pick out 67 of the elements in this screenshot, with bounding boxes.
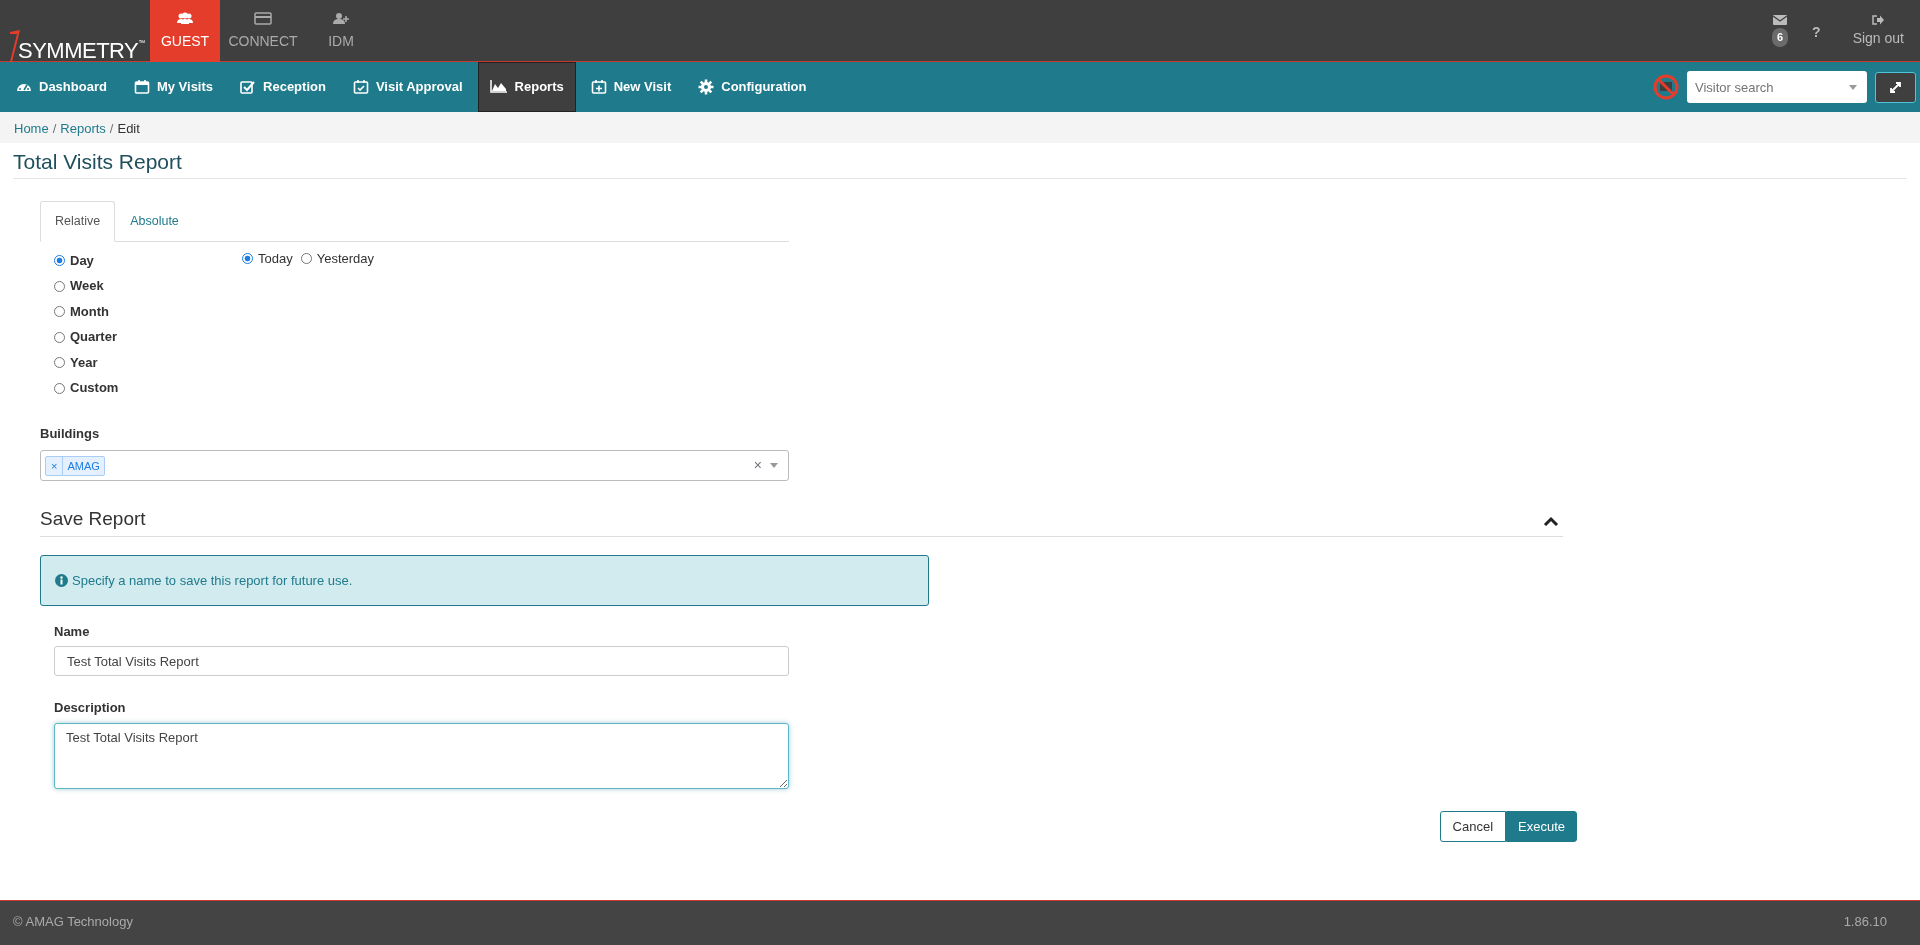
gear-icon xyxy=(698,79,715,95)
breadcrumb-link[interactable]: Home xyxy=(14,119,49,136)
description-field[interactable]: Test Total Visits Report xyxy=(54,722,789,789)
radio-option[interactable]: Today xyxy=(242,248,293,269)
calendar-check-icon xyxy=(352,79,369,95)
nav-item[interactable]: Visit Approval xyxy=(340,62,475,112)
version-text: 1.86.10 xyxy=(1843,913,1887,931)
primary-button[interactable]: Execute xyxy=(1506,810,1577,842)
name-field[interactable]: Test Total Visits Report xyxy=(54,646,789,677)
tag-label: AMAG xyxy=(66,458,101,474)
calendar-icon xyxy=(133,79,150,95)
nav-item[interactable]: Configuration xyxy=(686,62,819,112)
caret-icon xyxy=(770,463,778,469)
breadcrumb-current: Edit xyxy=(117,120,140,136)
sign-out-button[interactable]: Sign out xyxy=(1852,15,1904,49)
field-label: Buildings xyxy=(40,424,101,443)
info-text: Specify a name to save this report for future use. xyxy=(72,571,353,590)
tab[interactable]: Absolute xyxy=(115,201,194,242)
remove-button[interactable]: × xyxy=(46,456,64,476)
radio-button[interactable] xyxy=(242,253,253,265)
nav-item[interactable]: Reception xyxy=(228,62,338,112)
secondary-button[interactable]: Cancel xyxy=(1439,810,1506,842)
nav-item[interactable]: My Visits xyxy=(121,62,226,112)
mail-icon xyxy=(1773,15,1787,25)
expand-icon xyxy=(1890,81,1901,93)
breadcrumb-separator: / xyxy=(109,120,114,136)
radio-option[interactable]: Week xyxy=(54,276,242,296)
copyright-text: © AMAG Technology xyxy=(13,913,133,931)
radio-option[interactable]: Year xyxy=(54,352,242,373)
radio-option[interactable]: Custom xyxy=(54,378,242,398)
caret-icon xyxy=(1849,85,1857,90)
nav-item[interactable]: Reports xyxy=(477,62,576,112)
area-chart-icon xyxy=(489,79,508,95)
app-tab[interactable]: GUEST xyxy=(150,0,220,62)
buildings-select[interactable]: × AMAG × xyxy=(40,450,789,482)
expand-button[interactable] xyxy=(1875,71,1916,103)
radio-option[interactable]: Yesterday xyxy=(300,248,375,269)
logo-text: SYMMETRY$^{™}$ xyxy=(18,40,145,62)
chevron-up-icon xyxy=(1543,515,1559,526)
card-icon xyxy=(254,12,272,25)
field-label: Description xyxy=(54,699,127,718)
field-label: Name xyxy=(54,622,91,641)
count-badge: 6 xyxy=(1771,28,1789,47)
group-icon xyxy=(176,12,194,25)
app-tab[interactable]: CONNECT xyxy=(228,0,298,62)
clear-button[interactable]: × xyxy=(753,455,762,477)
visitor-search-field[interactable]: Visitor search xyxy=(1687,71,1867,103)
breadcrumb-link[interactable]: Reports xyxy=(60,119,106,136)
info-icon xyxy=(55,573,68,587)
nav-item[interactable]: New Visit xyxy=(578,62,684,112)
checkbox-icon xyxy=(240,79,257,95)
section-title: Save Report xyxy=(40,507,146,532)
nav-item[interactable]: Dashboard xyxy=(4,62,119,112)
user-add-icon xyxy=(332,12,350,25)
breadcrumb-separator: / xyxy=(52,120,57,136)
radio-button[interactable] xyxy=(54,255,65,267)
radio-option[interactable]: Quarter xyxy=(54,327,242,347)
radio-option[interactable]: Month xyxy=(54,301,242,322)
radio-option[interactable]: Day xyxy=(54,250,242,271)
messages-button[interactable]: 6 xyxy=(1771,15,1789,47)
calendar-plus-icon xyxy=(590,79,607,95)
app-tab[interactable]: IDM xyxy=(306,0,376,62)
help-button[interactable]: ? xyxy=(1812,22,1821,43)
page-title: Total Visits Report xyxy=(13,143,1907,180)
exit-icon xyxy=(1872,15,1885,25)
blocked-card-icon xyxy=(1653,74,1679,100)
tab[interactable]: Relative xyxy=(40,201,116,242)
